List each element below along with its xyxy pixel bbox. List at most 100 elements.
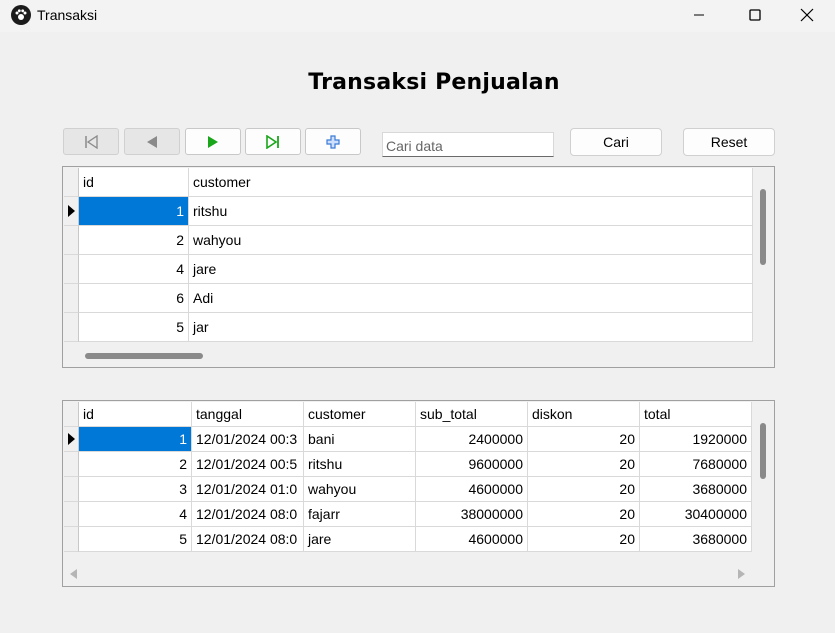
cell-id[interactable]: 1 [79,427,192,452]
cell-customer[interactable]: wahyou [189,226,753,255]
table-row[interactable]: 1 ritshu [64,197,753,226]
cell-id[interactable]: 5 [79,313,189,342]
cell-diskon[interactable]: 20 [528,527,640,552]
reset-button[interactable]: Reset [683,128,775,156]
cell-customer[interactable]: bani [304,427,416,452]
cell-total[interactable]: 3680000 [640,527,752,552]
search-input[interactable] [382,132,554,157]
column-header-total[interactable]: total [640,402,752,427]
cell-sub-total[interactable]: 4600000 [416,477,528,502]
cell-tanggal[interactable]: 12/01/2024 00:5 [192,452,304,477]
row-indicator [64,313,79,342]
cell-customer[interactable]: jare [189,255,753,284]
cell-tanggal[interactable]: 12/01/2024 01:0 [192,477,304,502]
scroll-right-arrow-icon[interactable] [738,569,745,579]
cell-id[interactable]: 3 [79,477,192,502]
transaction-grid[interactable]: id tanggal customer sub_total diskon tot… [62,400,775,587]
maximize-button[interactable] [727,0,783,30]
row-indicator [64,197,79,226]
next-record-button[interactable] [185,128,241,155]
cell-diskon[interactable]: 20 [528,452,640,477]
cell-customer[interactable]: ritshu [304,452,416,477]
cell-diskon[interactable]: 20 [528,427,640,452]
column-header-customer[interactable]: customer [304,402,416,427]
cell-total[interactable]: 30400000 [640,502,752,527]
close-button[interactable] [779,0,835,30]
add-record-icon [326,134,340,149]
table-row[interactable]: 3 12/01/2024 01:0 wahyou 4600000 20 3680… [64,477,752,502]
column-header-sub-total[interactable]: sub_total [416,402,528,427]
cell-id[interactable]: 6 [79,284,189,313]
table-row[interactable]: 5 12/01/2024 08:0 jare 4600000 20 368000… [64,527,752,552]
cell-sub-total[interactable]: 38000000 [416,502,528,527]
column-header-customer[interactable]: customer [189,168,753,197]
minimize-button[interactable] [671,0,727,30]
transaksi-window: Transaksi Transaksi Penjualan Cari data … [0,0,835,633]
vertical-scrollbar-thumb[interactable] [760,423,766,479]
row-indicator [64,255,79,284]
row-indicator [64,284,79,313]
table-row[interactable]: 2 12/01/2024 00:5 ritshu 9600000 20 7680… [64,452,752,477]
table-row[interactable]: 2 wahyou [64,226,753,255]
grid-header-row: id tanggal customer sub_total diskon tot… [64,402,752,427]
table-row[interactable]: 4 jare [64,255,753,284]
cell-total[interactable]: 3680000 [640,477,752,502]
cell-diskon[interactable]: 20 [528,502,640,527]
next-record-icon [208,135,218,148]
row-indicator [64,527,79,552]
row-indicator [64,427,79,452]
cell-id[interactable]: 4 [79,255,189,284]
title-bar[interactable]: Transaksi [0,0,835,32]
cell-id[interactable]: 2 [79,226,189,255]
paw-app-icon [11,5,31,25]
cell-tanggal[interactable]: 12/01/2024 08:0 [192,502,304,527]
row-indicator [64,452,79,477]
cell-customer[interactable]: Adi [189,284,753,313]
previous-record-icon [147,135,157,148]
column-header-id[interactable]: id [79,402,192,427]
row-header [64,402,79,427]
cell-total[interactable]: 7680000 [640,452,752,477]
column-header-diskon[interactable]: diskon [528,402,640,427]
previous-record-button[interactable] [124,128,180,155]
first-record-button[interactable] [63,128,119,155]
cell-id[interactable]: 2 [79,452,192,477]
cell-customer[interactable]: ritshu [189,197,753,226]
vertical-scrollbar-thumb[interactable] [760,189,766,265]
scroll-left-arrow-icon[interactable] [70,569,77,579]
cell-id[interactable]: 1 [79,197,189,226]
table-row[interactable]: 1 12/01/2024 00:3 bani 2400000 20 192000… [64,427,752,452]
cell-tanggal[interactable]: 12/01/2024 00:3 [192,427,304,452]
column-header-id[interactable]: id [79,168,189,197]
grid-header-row: id customer [64,168,753,197]
cell-sub-total[interactable]: 2400000 [416,427,528,452]
cell-customer[interactable]: jar [189,313,753,342]
last-record-button[interactable] [245,128,301,155]
row-indicator [64,477,79,502]
window-title: Transaksi [37,7,98,23]
add-record-button[interactable] [305,128,361,155]
horizontal-scrollbar[interactable] [64,564,754,584]
column-header-tanggal[interactable]: tanggal [192,402,304,427]
cell-diskon[interactable]: 20 [528,477,640,502]
last-record-icon [266,134,279,149]
cell-customer[interactable]: wahyou [304,477,416,502]
row-indicator [64,226,79,255]
cell-sub-total[interactable]: 9600000 [416,452,528,477]
current-row-marker-icon [67,433,75,445]
cell-tanggal[interactable]: 12/01/2024 08:0 [192,527,304,552]
close-icon [800,8,814,22]
customer-grid[interactable]: id customer 1 ritshu 2 wahyou 4 jare 6 A… [62,166,775,368]
cell-customer[interactable]: jare [304,527,416,552]
search-button[interactable]: Cari [570,128,662,156]
cell-customer[interactable]: fajarr [304,502,416,527]
cell-sub-total[interactable]: 4600000 [416,527,528,552]
cell-total[interactable]: 1920000 [640,427,752,452]
row-indicator [64,502,79,527]
table-row[interactable]: 6 Adi [64,284,753,313]
horizontal-scrollbar-thumb[interactable] [85,353,203,359]
cell-id[interactable]: 5 [79,527,192,552]
table-row[interactable]: 4 12/01/2024 08:0 fajarr 38000000 20 304… [64,502,752,527]
table-row[interactable]: 5 jar [64,313,753,342]
cell-id[interactable]: 4 [79,502,192,527]
